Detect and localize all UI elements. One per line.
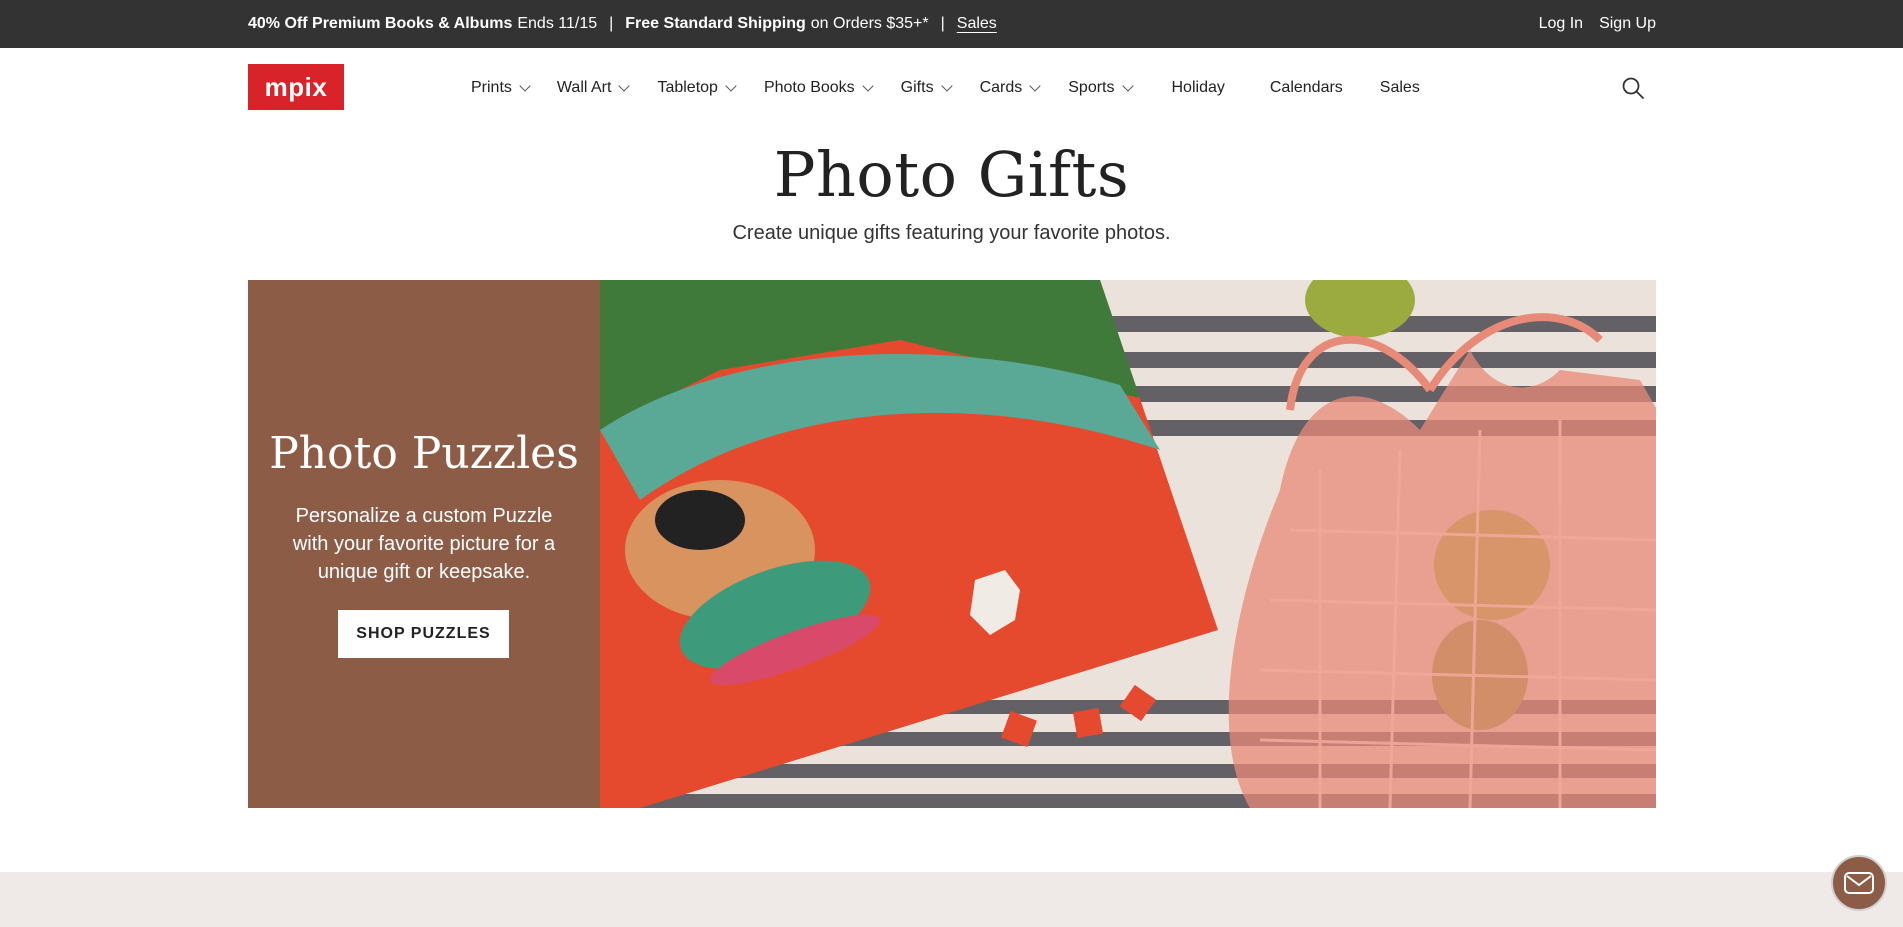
mail-icon xyxy=(1844,872,1874,894)
promo-message: 40% Off Premium Books & Albums Ends 11/1… xyxy=(248,0,997,48)
nav-item-sales[interactable]: Sales xyxy=(1380,79,1420,97)
promo-sales-link[interactable]: Sales xyxy=(957,15,997,33)
chat-button[interactable] xyxy=(1831,855,1887,911)
main-nav: Prints Wall Art Tabletop Photo Books Gif… xyxy=(471,48,1420,128)
nav-item-calendars[interactable]: Calendars xyxy=(1270,79,1343,97)
nav-item-sports[interactable]: Sports xyxy=(1068,79,1134,97)
page-subtitle: Create unique gifts featuring your favor… xyxy=(732,222,1171,244)
promo-offer-bold: 40% Off Premium Books & Albums xyxy=(248,15,513,32)
nav-item-label: Wall Art xyxy=(556,79,612,96)
chevron-down-icon xyxy=(618,80,631,92)
chevron-down-icon xyxy=(1029,80,1041,92)
nav-item-holiday[interactable]: Holiday xyxy=(1172,79,1225,97)
nav-item-wall-art[interactable]: Wall Art xyxy=(556,79,631,97)
account-links: Log In Sign Up xyxy=(1539,0,1656,48)
signup-link[interactable]: Sign Up xyxy=(1599,15,1656,33)
mpix-logo[interactable]: mpix xyxy=(248,64,344,110)
nav-item-cards[interactable]: Cards xyxy=(979,79,1041,97)
nav-item-label: Gifts xyxy=(900,79,934,96)
nav-item-label: Sports xyxy=(1068,79,1115,96)
promo-separator: | xyxy=(609,15,614,32)
chevron-down-icon xyxy=(862,80,874,92)
hero-banner: Photo Puzzles Personalize a custom Puzzl… xyxy=(248,280,1656,808)
promo-shipping-light: on Orders $35+* xyxy=(810,15,929,32)
nav-item-label: Prints xyxy=(471,79,512,96)
nav-item-gifts[interactable]: Gifts xyxy=(900,79,953,97)
chevron-down-icon xyxy=(519,80,531,92)
chevron-down-icon xyxy=(940,80,953,92)
promo-bar: 40% Off Premium Books & Albums Ends 11/1… xyxy=(0,0,1903,48)
nav-item-label: Sales xyxy=(1379,79,1420,96)
nav-item-label: Tabletop xyxy=(657,79,718,96)
nav-item-label: Cards xyxy=(979,79,1023,96)
promo-shipping-bold: Free Standard Shipping xyxy=(625,15,806,32)
hero-description: Personalize a custom Puzzle with your fa… xyxy=(292,505,556,583)
nav-item-label: Calendars xyxy=(1269,79,1343,96)
site-header: mpix Prints Wall Art Tabletop Photo Book… xyxy=(0,48,1903,128)
shop-puzzles-button[interactable]: SHOP PUZZLES xyxy=(338,610,509,658)
nav-item-label: Photo Books xyxy=(763,79,855,96)
hero-puzzle-image[interactable] xyxy=(600,280,1656,808)
search-icon[interactable] xyxy=(1621,76,1645,100)
login-link[interactable]: Log In xyxy=(1539,15,1583,33)
promo-offer-light: Ends 11/15 xyxy=(517,15,598,32)
hero-text-panel: Photo Puzzles Personalize a custom Puzzl… xyxy=(248,280,600,808)
nav-item-label: Holiday xyxy=(1171,79,1225,96)
chevron-down-icon xyxy=(1121,80,1134,92)
bottom-section xyxy=(0,872,1903,927)
promo-separator-2: | xyxy=(940,15,945,32)
nav-item-prints[interactable]: Prints xyxy=(471,79,531,97)
hero-title: Photo Puzzles xyxy=(269,428,579,479)
page-title: Photo Gifts xyxy=(773,138,1130,211)
nav-item-tabletop[interactable]: Tabletop xyxy=(657,79,737,97)
chevron-down-icon xyxy=(725,80,737,92)
nav-item-photo-books[interactable]: Photo Books xyxy=(763,79,874,97)
